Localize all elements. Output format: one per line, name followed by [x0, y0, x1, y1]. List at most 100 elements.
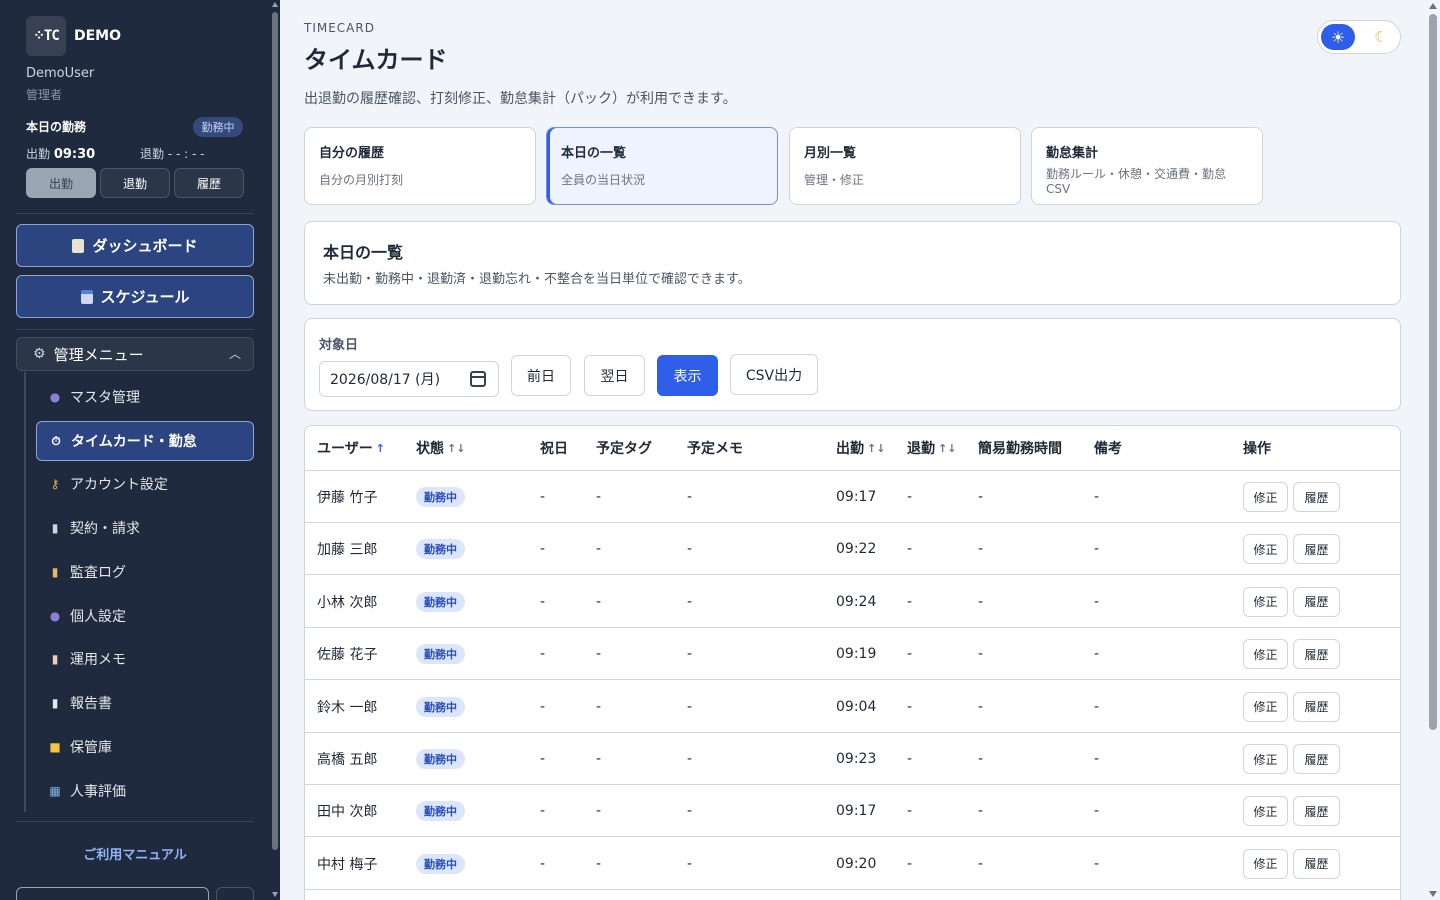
- cell-status: 勤務中: [416, 838, 465, 890]
- clock-in-readout: 出勤 09:30: [26, 145, 95, 162]
- history-button[interactable]: 履歴: [1293, 691, 1340, 722]
- edit-button[interactable]: 修正: [1243, 639, 1288, 670]
- clipboard-icon: [72, 238, 85, 253]
- cell-memo: -: [687, 541, 693, 558]
- cell-status: 勤務中: [416, 523, 465, 575]
- sun-icon[interactable]: ☀: [1321, 24, 1355, 50]
- manual-link[interactable]: ご利用マニュアル: [0, 844, 270, 863]
- scroll-down-icon[interactable]: [272, 892, 278, 897]
- tab-subtitle: 全員の当日状況: [561, 173, 646, 187]
- next-day-button[interactable]: 翌日: [584, 355, 645, 396]
- schedule-button[interactable]: スケジュール: [16, 275, 254, 318]
- admin-menu-toggle[interactable]: ⚙ 管理メニュー ︿: [16, 337, 254, 371]
- history-button[interactable]: 履歴: [1293, 796, 1340, 827]
- punch-history-button[interactable]: 履歴: [174, 168, 244, 198]
- column-header-status[interactable]: 状態 ↑↓: [416, 426, 465, 470]
- sidebar-bottom-field[interactable]: [16, 887, 209, 900]
- scroll-icon: ▮: [51, 565, 59, 579]
- cell-tag: -: [596, 751, 602, 767]
- tab-title: 勤怠集計: [1046, 146, 1099, 161]
- cell-status: 勤務中: [416, 471, 465, 523]
- column-header-in[interactable]: 出勤 ↑↓: [836, 426, 885, 470]
- cell-simple: -: [978, 855, 984, 872]
- main-content: TIMECARD タイムカード 出退勤の履歴確認、打刻修正、勤怠集計（パック）が…: [280, 0, 1440, 900]
- page-title: タイムカード: [304, 46, 448, 74]
- dashboard-button[interactable]: ダッシュボード: [16, 224, 254, 267]
- edit-button[interactable]: 修正: [1243, 848, 1288, 879]
- today-work-label: 本日の勤務: [26, 120, 87, 134]
- admin-menu-label: 管理メニュー: [53, 345, 144, 364]
- edit-button[interactable]: 修正: [1243, 796, 1288, 827]
- edit-button[interactable]: 修正: [1243, 691, 1288, 722]
- sidebar-item-vault[interactable]: ■ 保管庫: [36, 727, 254, 767]
- status-badge: 勤務中: [416, 539, 465, 560]
- cell-note: -: [1094, 803, 1100, 820]
- edit-button[interactable]: 修正: [1243, 534, 1288, 565]
- tab-monthly-list[interactable]: 月別一覧 管理・修正: [789, 127, 1021, 205]
- punch-in-button[interactable]: 出勤: [26, 168, 96, 198]
- sidebar-item-personal[interactable]: ● 個人設定: [36, 596, 254, 636]
- theme-toggle[interactable]: ☀ ☾: [1317, 20, 1401, 54]
- prev-day-button[interactable]: 前日: [511, 355, 571, 396]
- column-header-out[interactable]: 退勤 ↑↓: [907, 426, 956, 470]
- sidebar-item-evaluation[interactable]: ▦ 人事評価: [36, 771, 254, 811]
- history-button[interactable]: 履歴: [1293, 639, 1340, 670]
- person-icon: ●: [49, 609, 61, 623]
- punch-out-button[interactable]: 退勤: [100, 168, 170, 198]
- date-value: 2026/08/17 (月): [330, 372, 441, 388]
- cell-tag: -: [596, 855, 602, 872]
- sidebar-item-account[interactable]: ⚷ アカウント設定: [36, 464, 254, 504]
- section-header-panel: 本日の一覧 未出勤・勤務中・退勤済・退勤忘れ・不整合を当日単位で確認できます。: [304, 221, 1401, 305]
- edit-button[interactable]: 修正: [1243, 586, 1288, 617]
- sidebar-item-report[interactable]: ▮ 報告書: [36, 683, 254, 723]
- tab-attendance-summary[interactable]: 勤怠集計 勤務ルール・休憩・交通費・勤怠CSV: [1031, 127, 1263, 205]
- tab-my-history[interactable]: 自分の履歴 自分の月別打刻: [304, 127, 536, 205]
- cell-out: -: [907, 698, 913, 715]
- cell-note: -: [1094, 593, 1100, 610]
- moon-icon[interactable]: ☾: [1364, 24, 1398, 50]
- history-button[interactable]: 履歴: [1293, 482, 1340, 512]
- history-button[interactable]: 履歴: [1293, 534, 1340, 565]
- key-icon: ⚷: [50, 477, 60, 491]
- scroll-thumb[interactable]: [1429, 14, 1437, 730]
- tab-today-list[interactable]: 本日の一覧 全員の当日状況: [546, 127, 778, 205]
- scroll-up-icon[interactable]: [1429, 3, 1437, 9]
- date-input[interactable]: 2026/08/17 (月): [319, 361, 499, 397]
- column-header-label: ユーザー: [317, 441, 373, 457]
- sidebar-item-timecard[interactable]: ⏱ タイムカード・勤怠: [36, 421, 254, 461]
- show-button[interactable]: 表示: [657, 355, 718, 396]
- cell-user: 高橋 五郎: [317, 752, 378, 768]
- sidebar-bottom-button[interactable]: [216, 887, 254, 900]
- status-badge: 勤務中: [416, 696, 465, 717]
- column-header-label: 状態: [416, 441, 444, 457]
- cell-in: 09:24: [836, 593, 877, 610]
- history-button[interactable]: 履歴: [1293, 848, 1340, 879]
- cell-holiday: -: [540, 489, 546, 505]
- brand[interactable]: ⁘TC DEMO: [26, 16, 121, 56]
- scroll-up-icon[interactable]: [272, 2, 278, 7]
- logo-icon: ⁘TC: [26, 16, 66, 56]
- sidebar-scrollbar[interactable]: [270, 0, 280, 900]
- cell-in: 09:17: [836, 803, 877, 820]
- scroll-down-icon[interactable]: [1429, 891, 1437, 897]
- edit-button[interactable]: 修正: [1243, 744, 1288, 774]
- calendar-icon[interactable]: [470, 371, 486, 387]
- status-badge: 勤務中: [416, 749, 465, 769]
- cell-simple: -: [978, 803, 984, 820]
- cell-holiday: -: [540, 803, 546, 820]
- sidebar-item-memo[interactable]: ▮ 運用メモ: [36, 639, 254, 679]
- cell-memo: -: [687, 698, 693, 715]
- column-header-user[interactable]: ユーザー ↑: [317, 426, 385, 470]
- history-button[interactable]: 履歴: [1293, 586, 1340, 617]
- csv-export-button[interactable]: CSV出力: [730, 354, 818, 395]
- sort-asc-icon: ↑: [375, 441, 385, 455]
- chevron-up-icon: ︿: [228, 347, 241, 361]
- sidebar-item-master[interactable]: ● マスタ管理: [36, 377, 254, 417]
- edit-button[interactable]: 修正: [1243, 482, 1288, 512]
- page-kicker: TIMECARD: [304, 21, 375, 35]
- history-button[interactable]: 履歴: [1293, 744, 1340, 774]
- sidebar-item-audit[interactable]: ▮ 監査ログ: [36, 552, 254, 592]
- main-scrollbar[interactable]: [1426, 0, 1440, 900]
- scroll-thumb[interactable]: [272, 12, 278, 850]
- sidebar-item-contract[interactable]: ▮ 契約・請求: [36, 508, 254, 548]
